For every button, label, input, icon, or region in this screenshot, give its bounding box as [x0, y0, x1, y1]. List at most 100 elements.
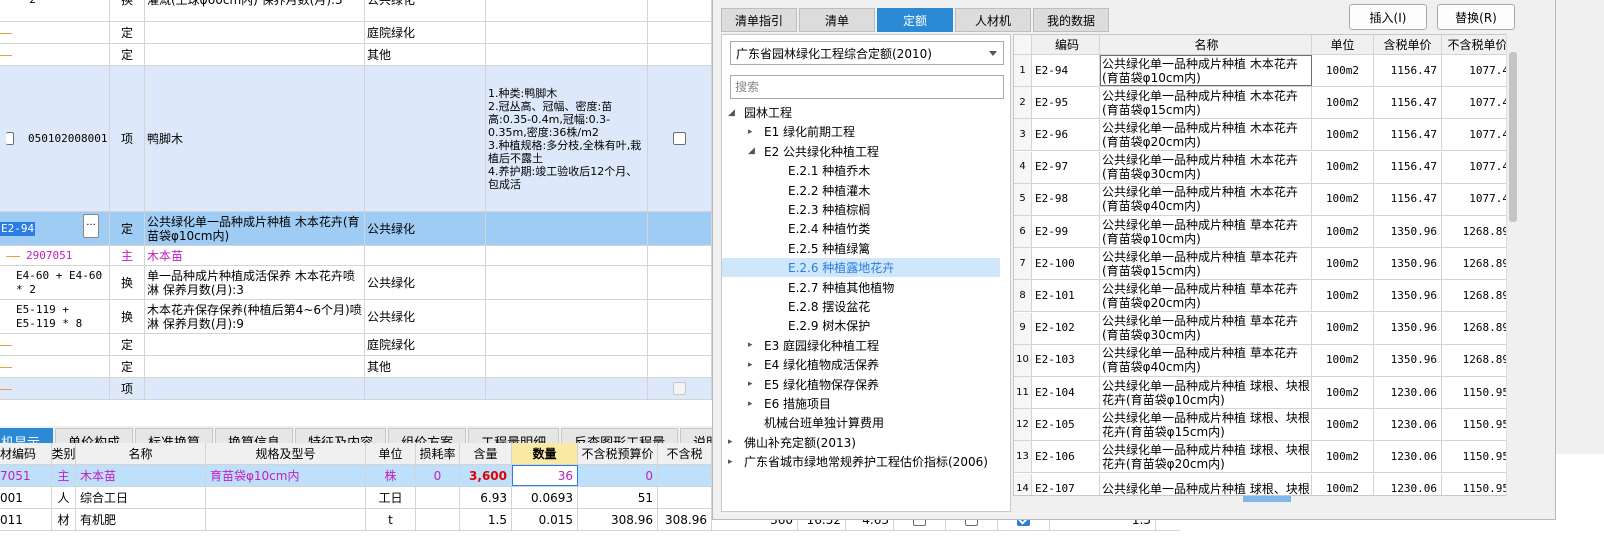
vertical-scroll-thumb[interactable] [1509, 52, 1517, 222]
row-name-cell [145, 356, 365, 377]
tree-node[interactable]: ▸ 佛山补充定额(2013) [728, 433, 856, 452]
row-checkbox[interactable] [6, 132, 14, 145]
result-code: E2-97 [1032, 151, 1100, 183]
caret-right-icon[interactable]: ▸ [748, 127, 760, 137]
result-name: 公共绿化单一品种成片种植 木本花卉(育苗袋φ15cm内) [1100, 87, 1312, 119]
result-row[interactable]: 13 E2-106 公共绿化单一品种成片种植 球根、块根花卉(育苗袋φ20cm内) 1… [1014, 441, 1512, 474]
result-row[interactable]: 1 E2-94 公共绿化单一品种成片种植 木本花卉(育苗袋φ10cm内) 100m2 1… [1014, 55, 1512, 87]
row-profession-cell: 公共绿化 [365, 0, 486, 21]
resource-cell[interactable]: 36 [512, 465, 578, 486]
tree-node[interactable]: E.2.8 摆设盆花 [768, 297, 870, 316]
result-row[interactable]: 10 E2-103 公共绿化单一品种成片种植 草本花卉(育苗袋φ40cm内) 100m… [1014, 344, 1512, 377]
result-row[interactable]: 8 E2-101 公共绿化单一品种成片种植 草本花卉(育苗袋φ20cm内) 100m2… [1014, 280, 1512, 313]
tree-node[interactable]: E.2.9 树木保护 [768, 316, 870, 335]
tree-node[interactable]: E.2.3 种植棕榈 [768, 200, 870, 219]
row-spec-cell [486, 246, 648, 265]
tree-node[interactable]: ▸ E3 庭园绿化种植工程 [748, 336, 879, 355]
caret-right-icon[interactable]: ▸ [748, 399, 760, 409]
library-tab[interactable]: 定额 [877, 8, 953, 32]
bill-row[interactable]: 定 庭院绿化 [0, 22, 712, 44]
bill-row[interactable]: 定 其他 [0, 44, 712, 66]
library-tab[interactable]: 清单指引 [721, 8, 797, 32]
row-code[interactable]: E2-94 [0, 221, 36, 236]
tree-node[interactable]: 机械台班单独计算费用 [748, 413, 884, 432]
resource-cell[interactable]: 0.0693 [512, 487, 578, 508]
library-tab[interactable]: 我的数据 [1033, 8, 1109, 32]
bill-row[interactable]: E4-60 + E4-60 * 2 换单一品种成片种植成活保养 木本花卉喷淋 保养… [0, 266, 712, 300]
tree-node-label: 广东省城市绿地常规养护工程估价指标(2006) [744, 455, 988, 470]
library-tab[interactable]: 清单 [799, 8, 875, 32]
row-type: 项 [120, 381, 133, 396]
vertical-scrollbar[interactable] [1506, 34, 1518, 496]
result-row[interactable]: 7 E2-100 公共绿化单一品种成片种植 草本花卉(育苗袋φ15cm内) 100m2… [1014, 248, 1512, 281]
caret-right-icon[interactable]: ▸ [728, 437, 740, 447]
bill-row[interactable]: 项 [0, 378, 712, 400]
horizontal-scroll-thumb[interactable] [1243, 496, 1291, 502]
result-row[interactable]: 11 E2-104 公共绿化单一品种成片种植 球根、块根花卉(育苗袋φ10cm内) 1… [1014, 377, 1512, 409]
result-header-cell: 含税单价 [1374, 35, 1442, 54]
tree-node[interactable]: ▸ 广东省城市绿地常规养护工程估价指标(2006) [728, 452, 988, 471]
tree-connector [6, 255, 20, 257]
result-row[interactable]: 12 E2-105 公共绿化单一品种成片种植 球根、块根花卉(育苗袋φ15cm内) 1… [1014, 409, 1512, 442]
caret-down-icon[interactable]: ◢ [748, 146, 760, 156]
bill-row[interactable]: 定 庭院绿化 [0, 334, 712, 356]
result-row[interactable]: 5 E2-98 公共绿化单一品种成片种植 木本花卉(育苗袋φ40cm内) 100m2 1… [1014, 183, 1512, 216]
tree-node[interactable]: E.2.7 种植其他植物 [768, 278, 894, 297]
horizontal-scrollbar[interactable] [1013, 496, 1531, 512]
replace-button[interactable]: 替换(R) [1437, 4, 1515, 30]
resource-cell [206, 487, 366, 508]
caret-right-icon[interactable]: ▸ [748, 340, 760, 350]
search-input[interactable] [730, 75, 1004, 99]
result-unit: 100m2 [1312, 87, 1374, 119]
tree-node[interactable]: E.2.4 种植竹类 [768, 219, 870, 238]
tree-node[interactable]: ▸ E6 措施项目 [748, 394, 831, 413]
tree-node[interactable]: E.2.1 种植乔木 [768, 161, 870, 180]
row-name: 公共绿化单一品种成片种植 木本花卉(育苗袋φ10cm内) [147, 214, 360, 243]
tree-node[interactable]: ◢ E2 公共绿化种植工程 [748, 142, 879, 161]
row-type-cell: 定 [110, 44, 145, 65]
result-row[interactable]: 2 E2-95 公共绿化单一品种成片种植 木本花卉(育苗袋φ15cm内) 100m2 1… [1014, 87, 1512, 120]
bill-row[interactable]: 050102008001 项鸭脚木 1.种类:鸭脚木 2.冠丛高、冠幅、密度:苗高:… [0, 66, 712, 212]
result-row[interactable]: 3 E2-96 公共绿化单一品种成片种植 木本花卉(育苗袋φ20cm内) 100m2 1… [1014, 119, 1512, 152]
ellipsis-button[interactable]: ··· [83, 214, 99, 238]
result-row[interactable]: 4 E2-97 公共绿化单一品种成片种植 木本花卉(育苗袋φ30cm内) 100m2 1… [1014, 151, 1512, 184]
caret-right-icon[interactable]: ▸ [728, 457, 740, 467]
result-row[interactable]: 6 E2-99 公共绿化单一品种成片种植 草本花卉(育苗袋φ10cm内) 100m2 1… [1014, 216, 1512, 248]
result-row-number: 10 [1014, 344, 1032, 376]
result-unit: 100m2 [1312, 409, 1374, 441]
library-tab[interactable]: 人材机 [955, 8, 1031, 32]
bill-row[interactable]: 定 其他 [0, 356, 712, 378]
resource-cell[interactable]: 0.015 [512, 509, 578, 530]
result-unit: 100m2 [1312, 441, 1374, 473]
row-profession-cell: 庭院绿化 [365, 334, 486, 355]
row-code-cell [0, 334, 110, 355]
row-spec-cell [486, 266, 648, 299]
resource-header-cell: 类别 [52, 443, 76, 464]
caret-down-icon[interactable]: ◢ [728, 108, 740, 118]
resource-cell: 株 [366, 465, 416, 486]
tree-node[interactable]: ▸ E1 绿化前期工程 [748, 122, 855, 141]
caret-right-icon[interactable]: ▸ [748, 379, 760, 389]
tree-node[interactable]: ▸ E5 绿化植物保存保养 [748, 375, 879, 394]
tree-node[interactable]: ▸ E4 绿化植物成活保养 [748, 355, 879, 374]
tree-node[interactable]: E.2.2 种植灌木 [768, 181, 870, 200]
bill-row[interactable]: E2-94 ··· 定公共绿化单一品种成片种植 木本花卉(育苗袋φ10cm内) 公共绿… [0, 212, 712, 246]
row-profession-cell: 公共绿化 [365, 300, 486, 333]
tree-node[interactable]: ◢ 园林工程 [728, 103, 792, 122]
insert-button[interactable]: 插入(I) [1349, 4, 1427, 30]
result-unit: 100m2 [1312, 344, 1374, 376]
bill-row[interactable]: * 2 换 灌溉(土球φ60cm内) 保养月数(月):3 公共绿化 [0, 0, 712, 22]
resource-cell [416, 509, 460, 530]
row-checkbox[interactable] [673, 132, 686, 145]
tree-node[interactable]: E.2.6 种植露地花卉 [722, 258, 1000, 278]
result-row[interactable]: 14 E2-107 公共绿化单一品种成片种植 球根、块根 100m2 1230.06 11… [1014, 473, 1512, 495]
tree-connector [0, 54, 12, 56]
bill-row[interactable]: 2907051 主木本苗 [0, 246, 712, 266]
result-name: 公共绿化单一品种成片种植 木本花卉(育苗袋φ10cm内) [1100, 55, 1312, 86]
tree-node[interactable]: E.2.5 种植绿篱 [768, 239, 870, 258]
result-row[interactable]: 9 E2-102 公共绿化单一品种成片种植 草本花卉(育苗袋φ30cm内) 100m2… [1014, 312, 1512, 345]
caret-right-icon[interactable]: ▸ [748, 360, 760, 370]
bill-row[interactable]: E5-119 + E5-119 * 8 换木本花卉保存保养(种植后第4~6个月)喷… [0, 300, 712, 334]
library-select[interactable]: 广东省园林绿化工程综合定额(2010) [730, 41, 1004, 65]
result-code: E2-102 [1032, 312, 1100, 344]
